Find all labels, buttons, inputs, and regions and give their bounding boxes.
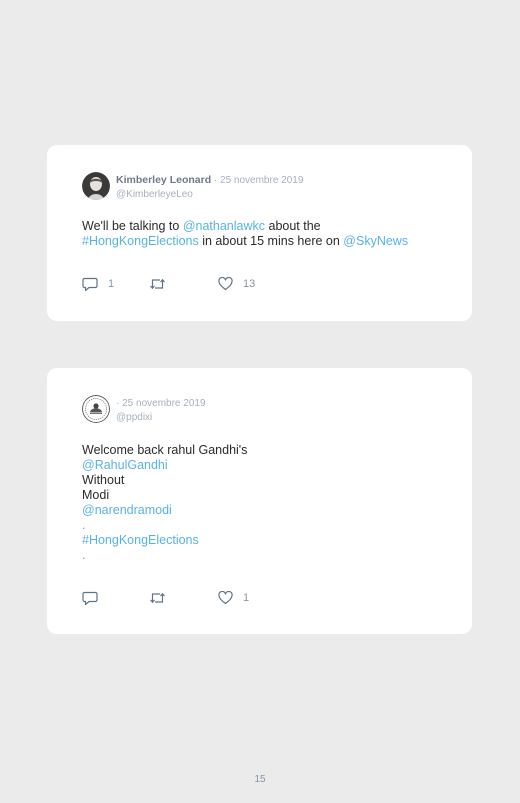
retweet-icon bbox=[149, 277, 166, 291]
tweet-date[interactable]: 25 novembre 2019 bbox=[122, 398, 205, 409]
tweet-text: We'll be talking to @nathanlawkc about t… bbox=[82, 219, 408, 249]
tweet-header: · 25 novembre 2019 @ppdixi bbox=[82, 395, 442, 425]
text-segment: about the bbox=[265, 219, 321, 233]
text-segment: in about 15 mins here on bbox=[198, 234, 344, 248]
like-icon bbox=[218, 591, 233, 605]
reply-icon bbox=[82, 277, 98, 292]
author-handle[interactable]: @KimberleyeLeo bbox=[116, 188, 303, 201]
hashtag-link[interactable]: #HongKongElections bbox=[82, 533, 247, 548]
tweet-actions: 1 13 bbox=[82, 276, 282, 292]
mention-link[interactable]: @nathanlawkc bbox=[183, 219, 265, 233]
tweet-meta: Kimberley Leonard · 25 novembre 2019 @Ki… bbox=[116, 174, 303, 201]
tweet-actions: 1 bbox=[82, 590, 282, 606]
text-line: Welcome back rahul Gandhi's bbox=[82, 443, 248, 457]
reply-button[interactable]: 1 bbox=[82, 276, 114, 292]
like-button[interactable]: 13 bbox=[218, 276, 255, 292]
tweet-date[interactable]: 25 novembre 2019 bbox=[220, 175, 303, 186]
like-count: 1 bbox=[243, 592, 250, 604]
tweet-header: Kimberley Leonard · 25 novembre 2019 @Ki… bbox=[82, 172, 442, 202]
tweet-meta: · 25 novembre 2019 @ppdixi bbox=[116, 397, 206, 424]
hashtag-link[interactable]: #HongKongElections bbox=[82, 234, 199, 248]
retweet-button[interactable] bbox=[149, 276, 176, 292]
like-button[interactable]: 1 bbox=[218, 590, 249, 606]
author-name[interactable]: Kimberley Leonard bbox=[116, 174, 211, 186]
avatar[interactable] bbox=[82, 395, 110, 423]
mention-link[interactable]: @SkyNews bbox=[343, 234, 408, 248]
page-number: 15 bbox=[254, 774, 266, 785]
reply-icon bbox=[82, 591, 98, 606]
avatar[interactable] bbox=[82, 172, 110, 200]
tweet-text: Welcome back rahul Gandhi's @RahulGandhi… bbox=[82, 443, 247, 563]
author-handle[interactable]: @ppdixi bbox=[116, 411, 206, 424]
text-line: . bbox=[82, 548, 86, 562]
retweet-icon bbox=[149, 591, 166, 605]
like-icon bbox=[218, 277, 233, 291]
text-segment: We'll be talking to bbox=[82, 219, 183, 233]
mention-link[interactable]: @narendramodi bbox=[82, 503, 247, 518]
reply-button[interactable] bbox=[82, 590, 108, 606]
tweet-card: Kimberley Leonard · 25 novembre 2019 @Ki… bbox=[47, 145, 472, 321]
text-line: . bbox=[82, 518, 86, 532]
reply-count: 1 bbox=[108, 278, 115, 290]
page: Kimberley Leonard · 25 novembre 2019 @Ki… bbox=[0, 0, 520, 803]
separator: · bbox=[211, 175, 221, 186]
like-count: 13 bbox=[243, 278, 256, 290]
text-line: Modi bbox=[82, 488, 110, 502]
text-line: Without bbox=[82, 473, 125, 487]
tweet-card: · 25 novembre 2019 @ppdixi Welcome back … bbox=[47, 368, 472, 634]
mention-link[interactable]: @RahulGandhi bbox=[82, 458, 247, 473]
retweet-button[interactable] bbox=[149, 590, 176, 606]
